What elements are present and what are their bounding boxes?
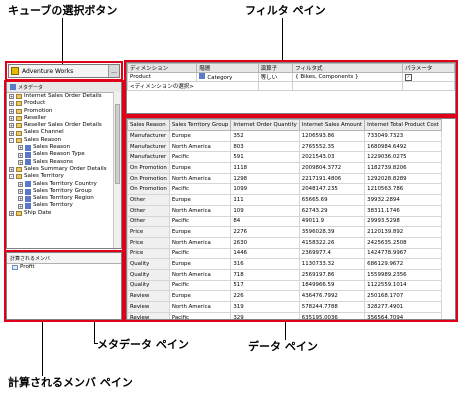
callout-line-filter: [282, 18, 283, 60]
metadata-pane-highlight: [4, 80, 124, 252]
callout-line-metadata-h: [94, 343, 98, 344]
calc-members-highlight: [4, 250, 124, 322]
callout-calc-members-pane: 計算されるメンバ ペイン: [8, 376, 133, 389]
callout-line-cube: [62, 18, 63, 64]
callout-line-calc: [42, 320, 43, 376]
callout-metadata-pane: メタデータ ペイン: [97, 338, 189, 351]
cube-button-highlight: [5, 61, 123, 81]
callout-data-pane: データ ペイン: [248, 340, 318, 353]
callout-line-data: [285, 320, 286, 340]
callout-filter-pane: フィルタ ペイン: [245, 4, 326, 17]
filter-pane-highlight: [124, 60, 458, 116]
callout-cube-button: キューブの選択ボタン: [8, 4, 118, 17]
data-pane-highlight: [124, 116, 458, 322]
